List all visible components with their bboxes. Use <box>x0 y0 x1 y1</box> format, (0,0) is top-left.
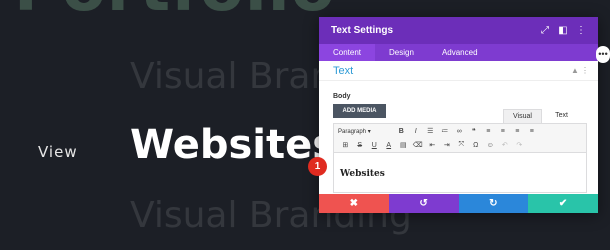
modal-tabs: Content Design Advanced <box>319 44 598 61</box>
modal-header: Text Settings ⤢ ◧ ⋮ <box>319 17 598 44</box>
body-label: Body <box>333 93 351 100</box>
websites-heading[interactable]: Websites <box>130 122 336 168</box>
fullscreen-icon[interactable]: ⤧ <box>454 141 469 149</box>
tab-visual[interactable]: Visual <box>503 109 542 123</box>
check-icon: ✔ <box>558 198 568 209</box>
indent-icon[interactable]: ⇥ <box>440 141 455 149</box>
modal-footer: ✖ ↺ ↻ ✔ <box>319 194 598 213</box>
sidebar-icon[interactable]: ◧ <box>554 25 572 36</box>
italic-icon[interactable]: I <box>409 128 424 135</box>
chevron-up-icon[interactable]: ▲ <box>570 66 580 75</box>
link-icon[interactable]: ∞ <box>452 128 467 135</box>
more-horizontal-icon: ••• <box>598 49 608 59</box>
paragraph-format-select[interactable]: Paragraph ▾ <box>338 128 394 135</box>
align-justify-icon[interactable]: ≡ <box>525 128 540 135</box>
tab-design[interactable]: Design <box>375 44 428 61</box>
tab-content[interactable]: Content <box>319 44 376 61</box>
undo-icon[interactable]: ↶ <box>498 141 513 149</box>
undo-button[interactable]: ↺ <box>388 194 459 213</box>
more-vertical-icon[interactable]: ⋮ <box>572 25 590 36</box>
editor-toolbar: Paragraph ▾ B I ☰ ≔ ∞ ❝ ≡ ≡ ≡ ≡ ⊞ S U A … <box>333 123 587 153</box>
numbered-list-icon[interactable]: ≔ <box>438 127 453 135</box>
section-title: Text <box>333 64 354 77</box>
bold-icon[interactable]: B <box>394 128 409 135</box>
clear-formatting-icon[interactable]: ⌫ <box>411 141 426 149</box>
editor-content-area[interactable]: Websites <box>333 153 587 193</box>
more-vertical-icon[interactable]: ⋮ <box>580 66 590 75</box>
tab-advanced[interactable]: Advanced <box>428 44 492 61</box>
text-color-icon[interactable]: A <box>382 142 397 149</box>
close-icon: ✖ <box>349 198 359 209</box>
cancel-button[interactable]: ✖ <box>319 194 389 213</box>
paste-text-icon[interactable]: ▤ <box>396 141 411 149</box>
align-left-icon[interactable]: ≡ <box>481 128 496 135</box>
side-handle[interactable]: ••• <box>596 46 610 63</box>
outdent-icon[interactable]: ⇤ <box>425 141 440 149</box>
emoji-icon[interactable]: ☺ <box>483 142 498 149</box>
undo-icon: ↺ <box>419 198 428 209</box>
view-label: View <box>38 143 78 161</box>
redo-button[interactable]: ↻ <box>458 194 529 213</box>
expand-icon[interactable]: ⤢ <box>536 25 554 36</box>
strikethrough-icon[interactable]: S <box>353 142 368 149</box>
align-right-icon[interactable]: ≡ <box>510 128 525 135</box>
underline-icon[interactable]: U <box>367 142 382 149</box>
redo-icon[interactable]: ↷ <box>512 141 527 149</box>
add-media-button[interactable]: ADD MEDIA <box>333 104 386 118</box>
editor-text[interactable]: Websites <box>340 169 385 179</box>
modal-title: Text Settings <box>331 25 394 36</box>
bullet-list-icon[interactable]: ☰ <box>423 127 438 135</box>
special-character-icon[interactable]: Ω <box>469 142 484 149</box>
step-badge: 1 <box>308 157 327 176</box>
save-button[interactable]: ✔ <box>528 194 598 213</box>
table-icon[interactable]: ⊞ <box>338 141 353 149</box>
background-heading: Portfolio <box>14 0 336 26</box>
text-settings-modal: Text Settings ⤢ ◧ ⋮ Content Design Advan… <box>319 17 598 213</box>
tab-text[interactable]: Text <box>542 109 581 123</box>
align-center-icon[interactable]: ≡ <box>496 128 511 135</box>
blockquote-icon[interactable]: ❝ <box>467 127 482 135</box>
editor-mode-tabs: Visual Text <box>503 109 581 123</box>
text-section-header[interactable]: Text ▲ ⋮ <box>319 61 598 81</box>
redo-icon: ↻ <box>489 198 498 209</box>
